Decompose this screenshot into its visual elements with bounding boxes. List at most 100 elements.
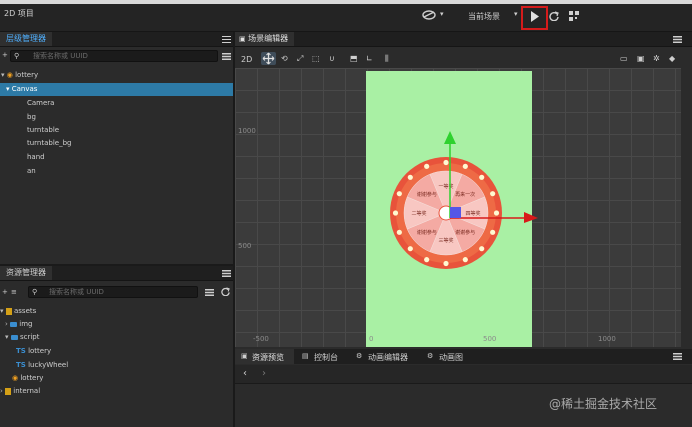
wheel-segment-label: 谢谢参与 xyxy=(417,229,437,236)
assets-header: 资源管理器 xyxy=(0,266,233,281)
back-arrow-icon[interactable]: ‹ xyxy=(243,368,247,379)
graph-icon: ⚙ xyxy=(427,352,434,360)
tab-animation-editor[interactable]: ⚙ 动画编辑器 xyxy=(353,349,421,364)
tab-animation-graph[interactable]: ⚙ 动画图 xyxy=(425,349,473,364)
wheel-light-dot xyxy=(392,210,399,216)
assets-tab[interactable]: 资源管理器 xyxy=(0,266,52,280)
node-label: an xyxy=(27,167,36,175)
scene-select[interactable]: 当前场景 xyxy=(468,11,500,22)
hierarchy-tab[interactable]: 层级管理器 xyxy=(0,32,52,46)
asset-label: luckyWheel xyxy=(28,361,69,369)
camera-icon[interactable]: ▣ xyxy=(637,54,645,63)
wheel-light-dot xyxy=(396,229,402,235)
hierarchy-search-input[interactable]: ⚲ 搜索名称或 UUID xyxy=(10,50,218,62)
refresh-icon[interactable] xyxy=(549,11,559,23)
collapse-icon[interactable]: ▾ xyxy=(5,333,9,341)
scene-dropdown-icon[interactable]: ▾ xyxy=(514,10,518,18)
scene-menu-icon[interactable] xyxy=(673,36,682,45)
tree-row-lottery[interactable]: ▾ ◉ lottery xyxy=(0,69,233,82)
rotate-tool-icon[interactable]: ⟲ xyxy=(281,54,288,63)
move-tool-button[interactable] xyxy=(261,52,276,65)
add-node-icon[interactable]: + xyxy=(2,51,8,59)
coordinate-icon[interactable]: ∟ xyxy=(366,54,373,63)
assets-search-input[interactable]: ⚲ 搜索名称或 UUID xyxy=(28,286,198,298)
tree-row-an[interactable]: an xyxy=(27,165,36,178)
expand-icon[interactable]: › xyxy=(0,387,3,395)
settings-icon[interactable]: ✲ xyxy=(653,54,660,63)
pivot-icon[interactable]: ⬒ xyxy=(350,54,358,63)
transform-gizmo[interactable] xyxy=(440,128,540,223)
scene-icon: ◉ xyxy=(6,71,13,79)
asset-label: assets xyxy=(13,307,37,315)
collapse-icon[interactable]: ▾ xyxy=(0,307,4,315)
hierarchy-header: 层级管理器 xyxy=(0,32,233,47)
hierarchy-menu-icon[interactable] xyxy=(222,36,231,43)
tree-row-camera[interactable]: Camera xyxy=(27,97,54,110)
db-icon xyxy=(5,307,12,315)
asset-label: lottery xyxy=(28,347,52,355)
folder-icon xyxy=(10,334,18,340)
bottom-menu-icon[interactable] xyxy=(673,353,682,362)
search-icon: ⚲ xyxy=(14,52,20,60)
forward-arrow-icon[interactable]: › xyxy=(262,368,266,379)
scale-tool-icon[interactable]: ⤢ xyxy=(297,54,303,64)
tree-row-hand[interactable]: hand xyxy=(27,151,45,164)
wheel-light-dot xyxy=(407,246,413,252)
asset-row-lottery-scene[interactable]: ◉ lottery xyxy=(12,372,43,385)
wheel-light-dot xyxy=(396,191,402,197)
hierarchy-filter-icon[interactable] xyxy=(222,53,231,62)
asset-row-img[interactable]: › img xyxy=(5,318,33,331)
assets-list-icon[interactable] xyxy=(205,289,214,298)
view-toggle-icon[interactable]: ▭ xyxy=(620,54,628,63)
gizmo-icon[interactable]: ◆ xyxy=(669,54,675,63)
assets-refresh-icon[interactable] xyxy=(221,287,230,298)
play-icon[interactable] xyxy=(530,11,539,24)
ts-icon: TS xyxy=(16,361,26,369)
console-icon: ▤ xyxy=(302,352,309,360)
assets-panel: 资源管理器 + ≡ ⚲ 搜索名称或 UUID ▾ assets › img ▾ … xyxy=(0,266,233,427)
sort-icon[interactable]: ≡ xyxy=(11,288,17,296)
wheel-segment-label: 二等奖 xyxy=(411,210,426,217)
wheel-light-dot xyxy=(424,257,430,263)
scene-tab[interactable]: ▣ 场景编辑器 xyxy=(235,32,295,46)
wheel-segment-label: 谢谢参与 xyxy=(417,191,437,198)
mode-2d-button[interactable]: 2D xyxy=(241,55,252,64)
platform-dropdown-icon[interactable]: ▾ xyxy=(440,10,444,18)
toolbar xyxy=(0,4,692,32)
rect-tool-icon[interactable]: ⬚ xyxy=(312,54,320,63)
asset-row-luckywheel-ts[interactable]: TS luckyWheel xyxy=(16,359,68,372)
platform-icon[interactable] xyxy=(422,9,436,23)
asset-row-internal[interactable]: › internal xyxy=(0,385,40,398)
assets-menu-icon[interactable] xyxy=(222,270,231,279)
tree-row-canvas[interactable]: ▾ Canvas xyxy=(0,83,233,96)
asset-row-lottery-ts[interactable]: TS lottery xyxy=(16,345,51,358)
expand-icon[interactable]: ▾ xyxy=(6,85,10,93)
animation-icon: ⚙ xyxy=(356,352,363,360)
scene-tab-icon: ▣ xyxy=(239,35,246,43)
wheel-segment-label: 谢谢参与 xyxy=(455,229,475,236)
preview-nav-bar xyxy=(235,365,692,384)
node-label: lottery xyxy=(15,71,39,79)
align-icon[interactable]: ⫼ xyxy=(385,54,389,64)
asset-row-assets[interactable]: ▾ assets xyxy=(0,305,36,318)
expand-icon[interactable]: › xyxy=(5,320,8,328)
search-icon: ⚲ xyxy=(32,288,38,296)
tab-asset-preview[interactable]: ▣ 资源预览 xyxy=(235,349,294,364)
scene-header: ▣ 场景编辑器 xyxy=(235,32,692,47)
transform-tool-icon[interactable]: ∪ xyxy=(329,54,335,63)
x-axis-arrow-icon xyxy=(524,212,538,223)
y-axis-arrow-icon xyxy=(444,131,456,144)
hierarchy-panel: 层级管理器 + ⚲ 搜索名称或 UUID ▾ ◉ lottery ▾ Canva… xyxy=(0,32,233,264)
wheel-light-dot xyxy=(479,246,485,252)
tab-console[interactable]: ▤ 控制台 xyxy=(298,349,350,364)
tree-row-turntable[interactable]: turntable xyxy=(27,124,59,137)
wheel-light-dot xyxy=(462,257,468,263)
asset-row-script[interactable]: ▾ script xyxy=(5,331,40,344)
assets-tab-label: 资源管理器 xyxy=(6,268,46,277)
tree-row-bg[interactable]: bg xyxy=(27,111,36,124)
qrcode-icon[interactable] xyxy=(569,11,579,23)
hierarchy-tab-label: 层级管理器 xyxy=(6,34,46,43)
add-asset-icon[interactable]: + xyxy=(2,288,8,296)
tree-row-turntable-bg[interactable]: turntable_bg xyxy=(27,137,72,150)
collapse-icon[interactable]: ▾ xyxy=(1,71,5,79)
